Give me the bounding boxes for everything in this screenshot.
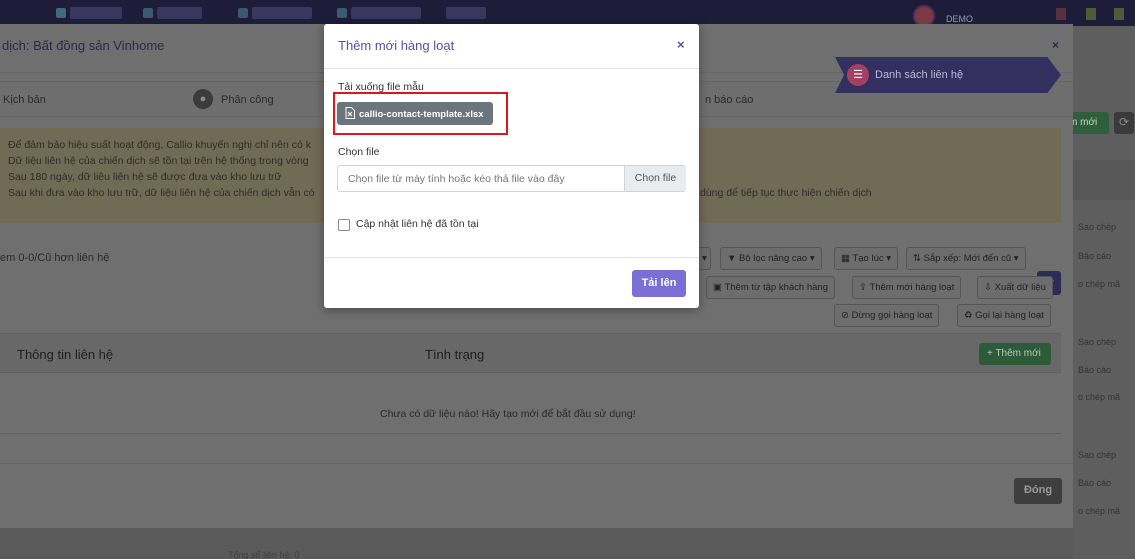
copy-link[interactable]: Sao chép [1078, 450, 1116, 460]
warning-line: Sau khi đưa vào kho lưu trữ, dữ liệu liê… [8, 187, 315, 199]
total-contacts: Tổng số liên hệ: 0 [228, 550, 300, 559]
stop-calls-label: Dừng gọi hàng loạt [851, 310, 933, 321]
nav-item[interactable] [70, 7, 122, 19]
copy-code-link[interactable]: o chép mã [1078, 392, 1120, 402]
copy-link[interactable]: Sao chép [1078, 337, 1116, 347]
excel-file-icon [345, 107, 355, 119]
update-existing-label[interactable]: Cập nhật liên hệ đã tồn tại [356, 218, 479, 230]
cart-icon[interactable] [1114, 8, 1124, 20]
modal-footer-divider [324, 257, 699, 258]
advanced-filter-button[interactable]: ▼ Bộ lọc nâng cao ▾ [720, 247, 822, 270]
user-icon[interactable] [1086, 8, 1096, 20]
empty-state: Chưa có dữ liệu nào! Hãy tạo mới để bắt … [380, 408, 636, 420]
bulk-add-label: Thêm mới hàng loạt [869, 282, 955, 293]
recall-label: Gọi lại hàng loạt [975, 310, 1044, 321]
report-link[interactable]: Báo cáo [1078, 478, 1111, 488]
sort-button[interactable]: ⇅ Sắp xếp: Mới đến cũ ▾ [906, 247, 1026, 270]
sort-label: Sắp xếp: Mới đến cũ [923, 253, 1012, 264]
add-from-set-button[interactable]: ▣ Thêm từ tập khách hàng [706, 276, 835, 299]
user-label: DEMO [946, 14, 973, 24]
choose-file-label: Chọn file [338, 146, 380, 158]
template-filename: callio-contact-template.xlsx [359, 109, 484, 120]
home-icon[interactable] [56, 8, 66, 18]
nav-item[interactable] [252, 7, 312, 19]
recall-button[interactable]: ♻ Gọi lại hàng loạt [957, 304, 1051, 327]
step-report[interactable]: n báo cáo [705, 94, 753, 106]
close-button[interactable]: Đóng [1014, 478, 1062, 504]
file-input-placeholder: Chọn file từ máy tính hoặc kéo thả file … [348, 173, 565, 185]
close-icon[interactable]: × [677, 37, 685, 52]
created-at-button[interactable]: ▦ Tạo lúc ▾ [834, 247, 899, 270]
browse-button[interactable]: Chọn file [624, 166, 686, 191]
warning-line: Sau 180 ngày, dữ liệu liên hệ sẽ được đư… [8, 171, 282, 183]
step-assign[interactable]: Phân công [221, 94, 274, 106]
contact-count: em 0-0/Cũ hơn liên hệ [0, 252, 110, 264]
warning-line: dùng để tiếp tục thực hiện chiến dịch [700, 187, 872, 199]
advanced-filter-label: Bộ lọc nâng cao [739, 253, 808, 264]
add-from-set-label: Thêm từ tập khách hàng [724, 282, 828, 293]
nav-item[interactable] [446, 7, 486, 19]
right-strip: Sao chép Báo cáo o chép mã Sao chép Báo … [1073, 26, 1135, 559]
nav-item[interactable] [157, 7, 202, 19]
update-existing-checkbox[interactable] [338, 219, 350, 231]
nav-icon[interactable] [337, 8, 347, 18]
report-link[interactable]: Báo cáo [1078, 251, 1111, 261]
modal-header: Thêm mới hàng loạt × [324, 24, 699, 69]
warning-line: Để đảm bảo hiệu suất hoạt động, Callio k… [8, 139, 311, 151]
contacts-icon: ☰ [847, 64, 869, 86]
upload-button[interactable]: Tải lên [632, 270, 686, 297]
export-label: Xuất dữ liệu [994, 282, 1046, 293]
bulk-add-modal: Thêm mới hàng loạt × Tải xuống file mẫu … [324, 24, 699, 308]
file-input[interactable]: Chọn file từ máy tính hoặc kéo thả file … [337, 165, 686, 192]
warning-line: Dữ liệu liên hệ của chiến dịch sẽ tồn tạ… [8, 155, 309, 167]
export-button[interactable]: ⇩ Xuất dữ liệu [977, 276, 1053, 299]
modal-title: Thêm mới hàng loạt [338, 38, 455, 53]
users-icon: ● [193, 89, 213, 109]
nav-icon[interactable] [143, 8, 153, 18]
step-script[interactable]: Kịch bản [3, 94, 46, 106]
table-add-label: Thêm mới [995, 348, 1041, 359]
copy-link[interactable]: Sao chép [1078, 222, 1116, 232]
copy-code-link[interactable]: o chép mã [1078, 506, 1120, 516]
step-contacts-label[interactable]: Danh sách liên hệ [875, 69, 963, 81]
table-add-button[interactable]: + Thêm mới [979, 343, 1051, 365]
campaign-title: dịch: Bất đồng sản Vinhome [2, 38, 165, 53]
divider [0, 463, 1073, 464]
nav-item[interactable] [351, 7, 421, 19]
copy-code-link[interactable]: o chép mã [1078, 279, 1120, 289]
refresh-icon[interactable]: ⟳ [1114, 112, 1134, 134]
column-status: Tình trạng [425, 347, 485, 362]
download-template-button[interactable]: callio-contact-template.xlsx [337, 102, 493, 125]
nav-icon[interactable] [238, 8, 248, 18]
notification-icon[interactable] [1056, 8, 1066, 20]
right-strip-band [1073, 160, 1135, 200]
column-contact-info: Thông tin liên hệ [17, 347, 114, 362]
stop-calls-button[interactable]: ⊘ Dừng gọi hàng loạt [834, 304, 940, 327]
created-at-label: Tạo lúc [852, 253, 884, 264]
close-icon[interactable]: × [1052, 38, 1059, 52]
bulk-add-button[interactable]: ⇪ Thêm mới hàng loạt [852, 276, 962, 299]
divider [0, 433, 1061, 434]
report-link[interactable]: Báo cáo [1078, 365, 1111, 375]
top-navbar: DEMO [0, 0, 1135, 27]
table-header: Thông tin liên hệ Tình trạng + Thêm mới [0, 333, 1061, 373]
